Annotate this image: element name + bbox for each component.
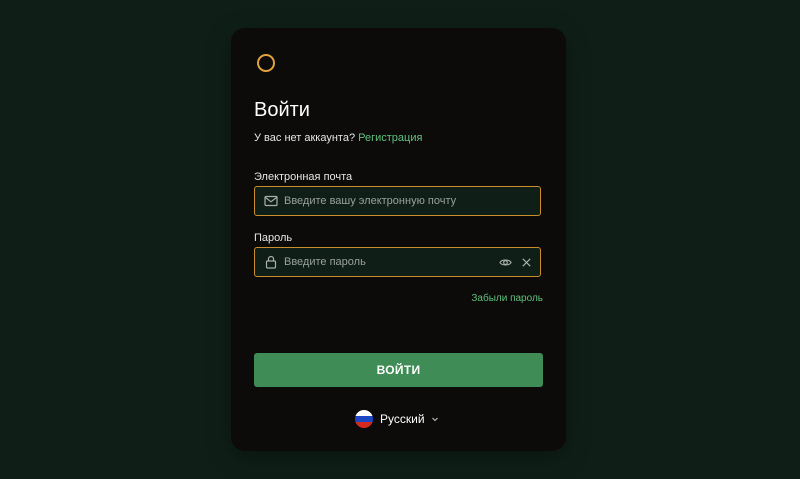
mail-icon (264, 195, 278, 207)
close-icon[interactable] (520, 256, 533, 269)
eye-icon[interactable] (499, 256, 512, 269)
forgot-password-link[interactable]: Забыли пароль (471, 292, 543, 305)
chevron-down-icon (431, 417, 438, 422)
ring-logo-icon (257, 54, 275, 72)
register-link[interactable]: Регистрация (358, 132, 422, 144)
login-card: Войти У вас нет аккаунта? Регистрация Эл… (231, 28, 566, 451)
russia-flag-icon (355, 410, 373, 428)
email-label: Электронная почта (254, 171, 353, 183)
password-input[interactable] (284, 248, 484, 276)
language-selector[interactable]: Русский (355, 410, 439, 428)
password-label: Пароль (254, 232, 293, 244)
no-account-text: У вас нет аккаунта? (254, 132, 356, 144)
password-field-container (254, 247, 541, 277)
login-button[interactable]: ВОЙТИ (254, 353, 543, 387)
email-field-container (254, 186, 541, 216)
email-input[interactable] (284, 187, 484, 215)
page-title: Войти (254, 99, 310, 121)
language-label: Русский (380, 412, 425, 426)
lock-icon (265, 255, 277, 269)
signup-prompt: У вас нет аккаунта? Регистрация (254, 131, 422, 145)
